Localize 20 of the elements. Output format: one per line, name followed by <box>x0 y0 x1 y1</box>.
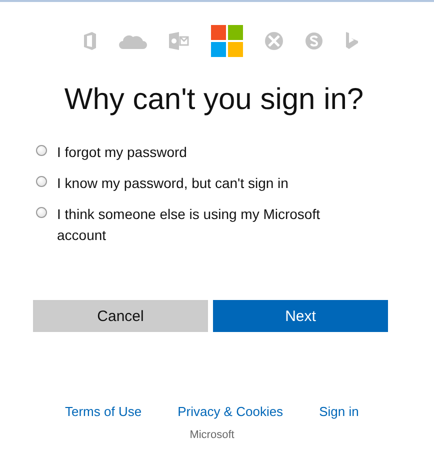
radio-button[interactable] <box>36 145 47 156</box>
circle-x-icon <box>265 32 283 50</box>
cloud-icon <box>119 33 147 49</box>
cancel-button[interactable]: Cancel <box>33 300 208 332</box>
triangle-b-icon <box>345 32 359 50</box>
radio-button[interactable] <box>36 207 47 218</box>
windows-logo <box>211 25 243 57</box>
next-button[interactable]: Next <box>213 300 388 332</box>
option-label: I forgot my password <box>57 143 187 162</box>
radio-button[interactable] <box>36 176 47 187</box>
footer-link[interactable]: Privacy & Cookies <box>178 404 284 419</box>
footer-link[interactable]: Sign in <box>319 404 359 419</box>
footer-link[interactable]: Terms of Use <box>65 404 142 419</box>
office-icon <box>83 32 97 50</box>
option-label: I think someone else is using my Microsoft account <box>57 205 321 245</box>
chat-icon <box>305 32 323 50</box>
page-title: Why can't you sign in? <box>63 82 365 118</box>
brand-text: Microsoft <box>188 429 236 441</box>
mail-icon <box>169 32 189 50</box>
option-label: I know my password, but can't sign in <box>57 174 288 193</box>
